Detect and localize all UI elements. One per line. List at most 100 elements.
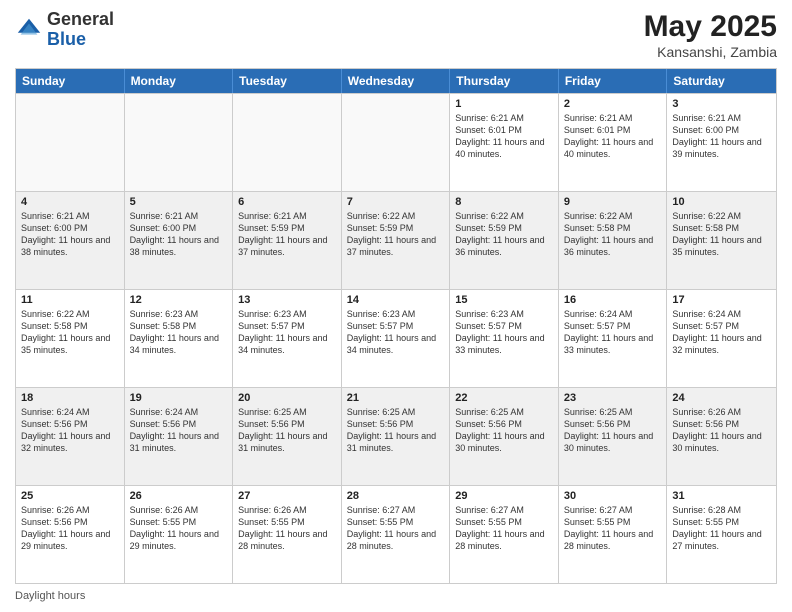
calendar-row-2: 4 Sunrise: 6:21 AMSunset: 6:00 PMDaylight… bbox=[16, 191, 776, 289]
page: General Blue May 2025 Kansanshi, Zambia … bbox=[0, 0, 792, 612]
cell-info: Sunrise: 6:21 AMSunset: 6:00 PMDaylight:… bbox=[130, 210, 228, 259]
cell-date-number: 11 bbox=[21, 294, 119, 306]
calendar-row-4: 18Sunrise: 6:24 AMSunset: 5:56 PMDayligh… bbox=[16, 387, 776, 485]
cell-info: Sunrise: 6:22 AMSunset: 5:58 PMDaylight:… bbox=[672, 210, 771, 259]
cell-date-number: 26 bbox=[130, 490, 228, 502]
logo-general-text: General bbox=[47, 9, 114, 29]
cell-info: Sunrise: 6:24 AMSunset: 5:57 PMDaylight:… bbox=[672, 308, 771, 357]
calendar-row-3: 11 Sunrise: 6:22 AMSunset: 5:58 PMDayligh… bbox=[16, 289, 776, 387]
day-cell-22: 22 Sunrise: 6:25 AMSunset: 5:56 PMDayligh… bbox=[450, 388, 559, 485]
day-cell-25: 25 Sunrise: 6:26 AMSunset: 5:56 PMDayligh… bbox=[16, 486, 125, 583]
day-cell-23: 23Sunrise: 6:25 AMSunset: 5:56 PMDayligh… bbox=[559, 388, 668, 485]
cell-date-number: 3 bbox=[672, 98, 771, 110]
cell-date-number: 6 bbox=[238, 196, 336, 208]
calendar-location: Kansanshi, Zambia bbox=[644, 44, 777, 60]
cell-info: Sunrise: 6:27 AMSunset: 5:55 PMDaylight:… bbox=[347, 504, 445, 553]
day-cell-30: 30 Sunrise: 6:27 AMSunset: 5:55 PMDayligh… bbox=[559, 486, 668, 583]
day-cell-17: 17Sunrise: 6:24 AMSunset: 5:57 PMDayligh… bbox=[667, 290, 776, 387]
cell-date-number: 12 bbox=[130, 294, 228, 306]
cell-info: Sunrise: 6:26 AMSunset: 5:55 PMDaylight:… bbox=[238, 504, 336, 553]
day-cell-15: 15 Sunrise: 6:23 AMSunset: 5:57 PMDayligh… bbox=[450, 290, 559, 387]
day-cell-9: 9Sunrise: 6:22 AMSunset: 5:58 PMDaylight… bbox=[559, 192, 668, 289]
cell-info: Sunrise: 6:22 AMSunset: 5:59 PMDaylight:… bbox=[455, 210, 553, 259]
logo-blue-text: Blue bbox=[47, 29, 86, 49]
cell-info: Sunrise: 6:22 AMSunset: 5:59 PMDaylight:… bbox=[347, 210, 445, 259]
day-cell-11: 11 Sunrise: 6:22 AMSunset: 5:58 PMDayligh… bbox=[16, 290, 125, 387]
cell-info: Sunrise: 6:22 AMSunset: 5:58 PMDaylight:… bbox=[21, 308, 119, 357]
cell-info: Sunrise: 6:25 AMSunset: 5:56 PMDaylight:… bbox=[347, 406, 445, 455]
day-cell-29: 29 Sunrise: 6:27 AMSunset: 5:55 PMDayligh… bbox=[450, 486, 559, 583]
cell-info: Sunrise: 6:24 AMSunset: 5:57 PMDaylight:… bbox=[564, 308, 662, 357]
day-cell-27: 27Sunrise: 6:26 AMSunset: 5:55 PMDayligh… bbox=[233, 486, 342, 583]
cell-info: Sunrise: 6:26 AMSunset: 5:56 PMDaylight:… bbox=[21, 504, 119, 553]
footer: Daylight hours bbox=[15, 590, 777, 602]
day-cell-31: 31 Sunrise: 6:28 AMSunset: 5:55 PMDayligh… bbox=[667, 486, 776, 583]
logo: General Blue bbox=[15, 10, 114, 50]
day-cell-20: 20Sunrise: 6:25 AMSunset: 5:56 PMDayligh… bbox=[233, 388, 342, 485]
empty-cell bbox=[233, 94, 342, 191]
cell-date-number: 16 bbox=[564, 294, 662, 306]
day-cell-2: 2 Sunrise: 6:21 AMSunset: 6:01 PMDaylight… bbox=[559, 94, 668, 191]
cell-date-number: 2 bbox=[564, 98, 662, 110]
day-cell-26: 26 Sunrise: 6:26 AMSunset: 5:55 PMDayligh… bbox=[125, 486, 234, 583]
day-cell-13: 13Sunrise: 6:23 AMSunset: 5:57 PMDayligh… bbox=[233, 290, 342, 387]
calendar-title: May 2025 bbox=[644, 10, 777, 44]
cell-info: Sunrise: 6:21 AMSunset: 5:59 PMDaylight:… bbox=[238, 210, 336, 259]
calendar-row-5: 25 Sunrise: 6:26 AMSunset: 5:56 PMDayligh… bbox=[16, 485, 776, 583]
cell-date-number: 29 bbox=[455, 490, 553, 502]
day-cell-1: 1Sunrise: 6:21 AMSunset: 6:01 PMDaylight… bbox=[450, 94, 559, 191]
day-cell-10: 10 Sunrise: 6:22 AMSunset: 5:58 PMDayligh… bbox=[667, 192, 776, 289]
day-cell-28: 28 Sunrise: 6:27 AMSunset: 5:55 PMDayligh… bbox=[342, 486, 451, 583]
day-cell-5: 5 Sunrise: 6:21 AMSunset: 6:00 PMDaylight… bbox=[125, 192, 234, 289]
cell-date-number: 20 bbox=[238, 392, 336, 404]
cell-date-number: 19 bbox=[130, 392, 228, 404]
header-day-saturday: Saturday bbox=[667, 69, 776, 93]
cell-info: Sunrise: 6:24 AMSunset: 5:56 PMDaylight:… bbox=[130, 406, 228, 455]
calendar-row-1: 1Sunrise: 6:21 AMSunset: 6:01 PMDaylight… bbox=[16, 93, 776, 191]
cell-date-number: 15 bbox=[455, 294, 553, 306]
calendar: SundayMondayTuesdayWednesdayThursdayFrid… bbox=[15, 68, 777, 584]
title-block: May 2025 Kansanshi, Zambia bbox=[644, 10, 777, 60]
cell-info: Sunrise: 6:23 AMSunset: 5:57 PMDaylight:… bbox=[455, 308, 553, 357]
calendar-body: 1Sunrise: 6:21 AMSunset: 6:01 PMDaylight… bbox=[16, 93, 776, 583]
cell-info: Sunrise: 6:23 AMSunset: 5:57 PMDaylight:… bbox=[347, 308, 445, 357]
day-cell-21: 21 Sunrise: 6:25 AMSunset: 5:56 PMDayligh… bbox=[342, 388, 451, 485]
day-cell-18: 18Sunrise: 6:24 AMSunset: 5:56 PMDayligh… bbox=[16, 388, 125, 485]
header-day-sunday: Sunday bbox=[16, 69, 125, 93]
empty-cell bbox=[342, 94, 451, 191]
cell-info: Sunrise: 6:24 AMSunset: 5:56 PMDaylight:… bbox=[21, 406, 119, 455]
cell-info: Sunrise: 6:21 AMSunset: 6:01 PMDaylight:… bbox=[564, 112, 662, 161]
cell-info: Sunrise: 6:27 AMSunset: 5:55 PMDaylight:… bbox=[564, 504, 662, 553]
day-cell-4: 4 Sunrise: 6:21 AMSunset: 6:00 PMDaylight… bbox=[16, 192, 125, 289]
cell-info: Sunrise: 6:28 AMSunset: 5:55 PMDaylight:… bbox=[672, 504, 771, 553]
cell-date-number: 4 bbox=[21, 196, 119, 208]
cell-info: Sunrise: 6:27 AMSunset: 5:55 PMDaylight:… bbox=[455, 504, 553, 553]
cell-date-number: 22 bbox=[455, 392, 553, 404]
header-day-monday: Monday bbox=[125, 69, 234, 93]
daylight-label: Daylight hours bbox=[15, 590, 85, 602]
header: General Blue May 2025 Kansanshi, Zambia bbox=[15, 10, 777, 60]
cell-date-number: 31 bbox=[672, 490, 771, 502]
cell-date-number: 28 bbox=[347, 490, 445, 502]
cell-date-number: 9 bbox=[564, 196, 662, 208]
cell-date-number: 8 bbox=[455, 196, 553, 208]
cell-info: Sunrise: 6:25 AMSunset: 5:56 PMDaylight:… bbox=[455, 406, 553, 455]
cell-date-number: 24 bbox=[672, 392, 771, 404]
cell-date-number: 13 bbox=[238, 294, 336, 306]
cell-info: Sunrise: 6:26 AMSunset: 5:55 PMDaylight:… bbox=[130, 504, 228, 553]
day-cell-3: 3Sunrise: 6:21 AMSunset: 6:00 PMDaylight… bbox=[667, 94, 776, 191]
cell-info: Sunrise: 6:26 AMSunset: 5:56 PMDaylight:… bbox=[672, 406, 771, 455]
cell-date-number: 10 bbox=[672, 196, 771, 208]
cell-date-number: 5 bbox=[130, 196, 228, 208]
header-day-wednesday: Wednesday bbox=[342, 69, 451, 93]
cell-info: Sunrise: 6:21 AMSunset: 6:00 PMDaylight:… bbox=[21, 210, 119, 259]
day-cell-14: 14 Sunrise: 6:23 AMSunset: 5:57 PMDayligh… bbox=[342, 290, 451, 387]
cell-date-number: 7 bbox=[347, 196, 445, 208]
day-cell-16: 16 Sunrise: 6:24 AMSunset: 5:57 PMDayligh… bbox=[559, 290, 668, 387]
cell-date-number: 30 bbox=[564, 490, 662, 502]
logo-icon bbox=[15, 16, 43, 44]
cell-date-number: 14 bbox=[347, 294, 445, 306]
cell-date-number: 25 bbox=[21, 490, 119, 502]
cell-date-number: 21 bbox=[347, 392, 445, 404]
day-cell-8: 8 Sunrise: 6:22 AMSunset: 5:59 PMDaylight… bbox=[450, 192, 559, 289]
